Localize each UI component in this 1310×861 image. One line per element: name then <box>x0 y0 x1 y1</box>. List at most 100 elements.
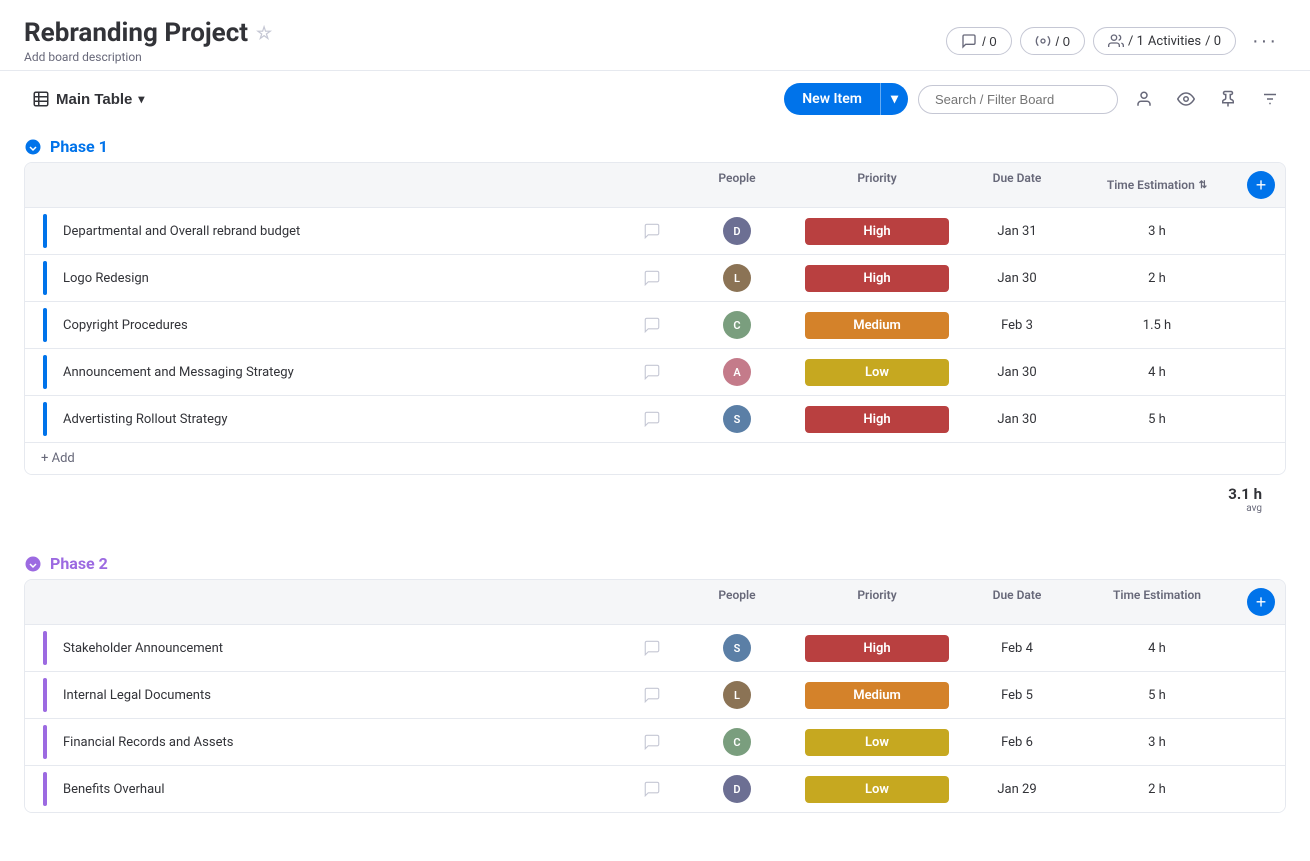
col-header-time: Time Estimation ⇅ <box>1077 163 1237 207</box>
avatar[interactable]: D <box>723 217 751 245</box>
comment-icon[interactable] <box>643 733 661 751</box>
eye-icon-button[interactable] <box>1170 83 1202 115</box>
comment-icon[interactable] <box>643 316 661 334</box>
header-left: Rebranding Project ☆ Add board descripti… <box>24 18 272 64</box>
person-icon-button[interactable] <box>1128 83 1160 115</box>
avatar[interactable]: D <box>723 775 751 803</box>
phase1-add-row[interactable]: + Add <box>25 442 1285 474</box>
p2-col-header-name <box>33 580 627 624</box>
row-color-bar <box>43 355 47 389</box>
table-row[interactable]: Stakeholder Announcement S High Feb 4 4 … <box>25 625 1285 672</box>
row-priority-cell[interactable]: Low <box>797 725 957 760</box>
board-description[interactable]: Add board description <box>24 50 272 64</box>
table-row[interactable]: Financial Records and Assets C Low Feb 6… <box>25 719 1285 766</box>
avatar[interactable]: L <box>723 264 751 292</box>
row-people-cell[interactable]: L <box>677 258 797 298</box>
row-due-date-cell[interactable]: Jan 30 <box>957 359 1077 386</box>
priority-badge[interactable]: High <box>805 218 949 245</box>
comment-icon[interactable] <box>643 639 661 657</box>
row-time-cell: 3 h <box>1077 218 1237 245</box>
comment-icon[interactable] <box>643 686 661 704</box>
phase1-summary-value: 3.1 h <box>1228 485 1262 503</box>
row-priority-cell[interactable]: Medium <box>797 308 957 343</box>
col-header-name <box>33 163 627 207</box>
comment-icon[interactable] <box>643 363 661 381</box>
table-row[interactable]: Announcement and Messaging Strategy A Lo… <box>25 349 1285 396</box>
row-comment-cell <box>627 727 677 757</box>
phase2-section: Phase 2 People Priority Due Date Time Es… <box>24 544 1286 813</box>
updates-button[interactable]: / 0 <box>946 27 1011 55</box>
table-row[interactable]: Copyright Procedures C Medium Feb 3 1.5 … <box>25 302 1285 349</box>
avatar[interactable]: A <box>723 358 751 386</box>
avatar[interactable]: S <box>723 405 751 433</box>
row-priority-cell[interactable]: High <box>797 214 957 249</box>
row-due-date-cell[interactable]: Feb 6 <box>957 729 1077 756</box>
row-people-cell[interactable]: D <box>677 211 797 251</box>
row-due-date-cell[interactable]: Jan 30 <box>957 265 1077 292</box>
avatar[interactable]: C <box>723 311 751 339</box>
row-people-cell[interactable]: A <box>677 352 797 392</box>
row-due-date-cell[interactable]: Feb 4 <box>957 635 1077 662</box>
avatar[interactable]: S <box>723 634 751 662</box>
new-item-button[interactable]: New Item ▾ <box>784 83 908 115</box>
row-due-date-cell[interactable]: Jan 31 <box>957 218 1077 245</box>
table-row[interactable]: Internal Legal Documents L Medium Feb 5 … <box>25 672 1285 719</box>
priority-badge[interactable]: High <box>805 265 949 292</box>
more-options-button[interactable]: ··· <box>1244 25 1286 58</box>
phase1-header[interactable]: Phase 1 <box>24 127 1286 162</box>
search-input[interactable] <box>918 85 1118 114</box>
row-priority-cell[interactable]: Low <box>797 355 957 390</box>
integrations-button[interactable]: / 0 <box>1020 27 1085 55</box>
add-column-button[interactable]: + <box>1247 171 1275 199</box>
priority-badge[interactable]: High <box>805 635 949 662</box>
row-priority-cell[interactable]: High <box>797 631 957 666</box>
row-due-date-cell[interactable]: Jan 30 <box>957 406 1077 433</box>
phase1-section: Phase 1 People Priority Due Date Time Es… <box>24 127 1286 520</box>
table-row[interactable]: Advertisting Rollout Strategy S High Jan… <box>25 396 1285 442</box>
col-header-people: People <box>677 163 797 207</box>
row-due-date-cell[interactable]: Jan 29 <box>957 776 1077 803</box>
row-people-cell[interactable]: L <box>677 675 797 715</box>
row-extra-cell <box>1237 736 1277 748</box>
table-row[interactable]: Logo Redesign L High Jan 30 2 h <box>25 255 1285 302</box>
priority-badge[interactable]: Medium <box>805 682 949 709</box>
avatar[interactable]: L <box>723 681 751 709</box>
row-people-cell[interactable]: S <box>677 399 797 439</box>
row-people-cell[interactable]: C <box>677 305 797 345</box>
row-priority-cell[interactable]: Medium <box>797 678 957 713</box>
row-due-date-cell[interactable]: Feb 3 <box>957 312 1077 339</box>
star-icon[interactable]: ☆ <box>256 23 272 44</box>
p2-add-column-button[interactable]: + <box>1247 588 1275 616</box>
p2-col-header-people: People <box>677 580 797 624</box>
phase2-label: Phase 2 <box>50 554 108 573</box>
row-name: Internal Legal Documents <box>63 688 211 703</box>
row-people-cell[interactable]: C <box>677 722 797 762</box>
row-people-cell[interactable]: D <box>677 769 797 809</box>
comment-icon[interactable] <box>643 269 661 287</box>
priority-badge[interactable]: Medium <box>805 312 949 339</box>
comment-icon[interactable] <box>643 222 661 240</box>
new-item-arrow-icon[interactable]: ▾ <box>881 84 908 114</box>
row-priority-cell[interactable]: Low <box>797 772 957 807</box>
table-row[interactable]: Departmental and Overall rebrand budget … <box>25 208 1285 255</box>
row-priority-cell[interactable]: High <box>797 402 957 437</box>
priority-badge[interactable]: Low <box>805 729 949 756</box>
row-due-date-cell[interactable]: Feb 5 <box>957 682 1077 709</box>
pin-icon-button[interactable] <box>1212 83 1244 115</box>
row-extra-cell <box>1237 783 1277 795</box>
comment-icon[interactable] <box>643 410 661 428</box>
activities-button[interactable]: / 1 Activities / 0 <box>1093 27 1236 55</box>
priority-badge[interactable]: Low <box>805 776 949 803</box>
row-priority-cell[interactable]: High <box>797 261 957 296</box>
priority-badge[interactable]: High <box>805 406 949 433</box>
table-row[interactable]: Benefits Overhaul D Low Jan 29 2 h <box>25 766 1285 812</box>
comment-icon[interactable] <box>643 780 661 798</box>
table-name-button[interactable]: Main Table ▾ <box>24 86 152 112</box>
filter-icon-button[interactable] <box>1254 83 1286 115</box>
avatar[interactable]: C <box>723 728 751 756</box>
row-comment-cell <box>627 633 677 663</box>
phase2-header[interactable]: Phase 2 <box>24 544 1286 579</box>
priority-badge[interactable]: Low <box>805 359 949 386</box>
row-time-cell: 2 h <box>1077 776 1237 803</box>
row-people-cell[interactable]: S <box>677 628 797 668</box>
